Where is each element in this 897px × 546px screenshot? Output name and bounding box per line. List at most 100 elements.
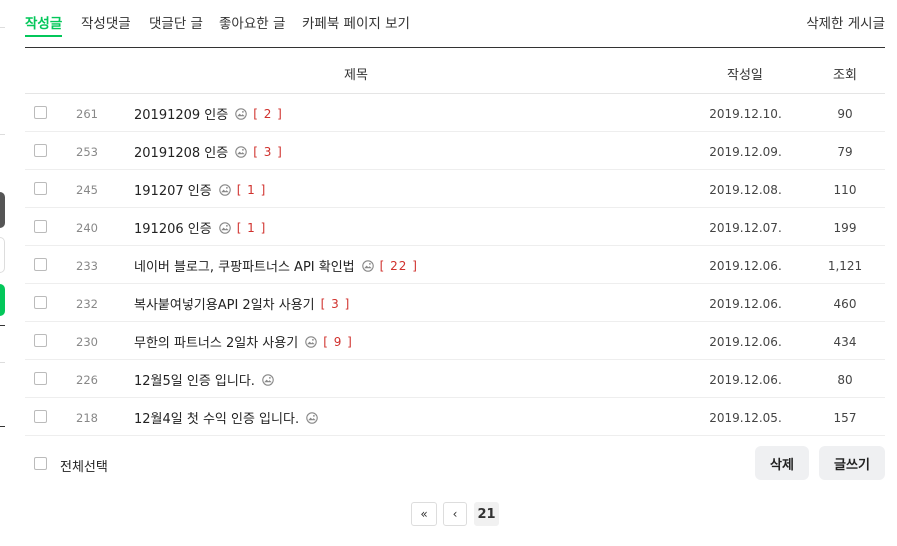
title-cell: 무한의 파트너스 2일차 사용기 [ 9 ] [134, 332, 353, 352]
sidebar-edge-light-tab [0, 237, 5, 273]
sidebar-edge-tick [0, 27, 5, 28]
image-icon [306, 411, 318, 424]
table-body: 261 20191209 인증 [ 2 ] 2019.12.10. 90 253 20191… [25, 94, 885, 436]
tab-my-posts[interactable]: 작성글 [25, 12, 63, 37]
table-header: 제목 작성일 조회 [25, 49, 885, 94]
post-number: 226 [76, 373, 98, 387]
post-date: 2019.12.09. [709, 145, 782, 159]
tab-commented-posts[interactable]: 댓글단 글 [149, 12, 203, 32]
post-number: 218 [76, 411, 98, 425]
row-checkbox[interactable] [34, 372, 47, 385]
view-count: 90 [837, 107, 853, 121]
title-cell: 20191209 인증 [ 2 ] [134, 104, 283, 124]
post-title-link[interactable]: 20191209 인증 [134, 104, 228, 123]
table-row: 245 191207 인증 [ 1 ] 2019.12.08. 110 [25, 170, 885, 208]
view-count: 1,121 [827, 259, 863, 273]
post-number: 230 [76, 335, 98, 349]
row-checkbox[interactable] [34, 410, 47, 423]
post-title-link[interactable]: 12월4일 첫 수익 인증 입니다. [134, 408, 299, 427]
title-cell: 12월4일 첫 수익 인증 입니다. [134, 408, 318, 427]
post-title-link[interactable]: 12월5일 인증 입니다. [134, 370, 255, 389]
row-checkbox[interactable] [34, 144, 47, 157]
current-page[interactable]: 21 [474, 502, 499, 526]
comment-count[interactable]: [ 22 ] [380, 259, 418, 273]
select-all-checkbox[interactable] [34, 457, 47, 470]
post-date: 2019.12.06. [709, 297, 782, 311]
title-cell: 네이버 블로그, 쿠팡파트너스 API 확인법 [ 22 ] [134, 256, 418, 276]
post-number: 232 [76, 297, 98, 311]
post-title-link[interactable]: 복사붙여넣기용API 2일차 사용기 [134, 294, 315, 313]
sidebar-edge-divider [0, 426, 5, 427]
image-icon [218, 183, 231, 196]
post-table: 제목 작성일 조회 261 20191209 인증 [ 2 ] 2019.12.10.… [25, 49, 885, 436]
image-icon [262, 373, 274, 386]
post-number: 253 [76, 145, 98, 159]
comment-count[interactable]: [ 3 ] [321, 297, 351, 311]
post-number: 240 [76, 221, 98, 235]
tab-cafebook-page[interactable]: 카페북 페이지 보기 [302, 12, 410, 32]
select-all-label[interactable]: 전체선택 [60, 456, 108, 475]
post-date: 2019.12.05. [709, 411, 782, 425]
table-row: 230 무한의 파트너스 2일차 사용기 [ 9 ] 2019.12.06. 434 [25, 322, 885, 360]
title-cell: 복사붙여넣기용API 2일차 사용기 [ 3 ] [134, 294, 351, 314]
sidebar-edge-tick [0, 362, 5, 363]
row-checkbox[interactable] [34, 106, 47, 119]
comment-count[interactable]: [ 3 ] [253, 145, 283, 159]
post-date: 2019.12.08. [709, 183, 782, 197]
row-checkbox[interactable] [34, 220, 47, 233]
article-tabs: 작성글 작성댓글 댓글단 글 좋아요한 글 카페북 페이지 보기 삭제한 게시글 [25, 0, 885, 48]
title-cell: 191207 인증 [ 1 ] [134, 180, 267, 200]
prev-page-button[interactable]: ‹ [443, 502, 467, 526]
post-number: 233 [76, 259, 98, 273]
tab-my-comments[interactable]: 작성댓글 [81, 12, 131, 32]
comment-count[interactable]: [ 2 ] [253, 107, 283, 121]
post-title-link[interactable]: 191207 인증 [134, 180, 212, 199]
view-count: 79 [837, 145, 853, 159]
table-row: 218 12월4일 첫 수익 인증 입니다. 2019.12.05. 157 [25, 398, 885, 436]
view-count: 80 [837, 373, 853, 387]
write-button[interactable]: 글쓰기 [819, 446, 885, 480]
deleted-posts-link[interactable]: 삭제한 게시글 [806, 12, 885, 32]
column-title: 제목 [344, 68, 368, 83]
delete-button[interactable]: 삭제 [755, 446, 809, 480]
title-cell: 191206 인증 [ 1 ] [134, 218, 267, 238]
image-icon [235, 107, 247, 120]
title-cell: 20191208 인증 [ 3 ] [134, 142, 283, 162]
row-checkbox[interactable] [34, 334, 47, 347]
post-date: 2019.12.10. [709, 107, 782, 121]
post-title-link[interactable]: 20191208 인증 [134, 142, 228, 161]
post-date: 2019.12.07. [709, 221, 782, 235]
post-title-link[interactable]: 191206 인증 [134, 218, 212, 237]
image-icon [235, 145, 247, 158]
table-row: 240 191206 인증 [ 1 ] 2019.12.07. 199 [25, 208, 885, 246]
comment-count[interactable]: [ 1 ] [237, 183, 267, 197]
table-row: 261 20191209 인증 [ 2 ] 2019.12.10. 90 [25, 94, 885, 132]
title-cell: 12월5일 인증 입니다. [134, 370, 274, 389]
view-count: 460 [833, 297, 857, 311]
post-number: 245 [76, 183, 98, 197]
image-icon [305, 335, 317, 348]
table-row: 233 네이버 블로그, 쿠팡파트너스 API 확인법 [ 22 ] 2019.12.… [25, 246, 885, 284]
comment-count[interactable]: [ 9 ] [323, 335, 353, 349]
row-checkbox[interactable] [34, 296, 47, 309]
post-date: 2019.12.06. [709, 373, 782, 387]
comment-count[interactable]: [ 1 ] [237, 221, 267, 235]
sidebar-edge-divider [0, 325, 5, 326]
view-count: 434 [833, 335, 857, 349]
view-count: 199 [833, 221, 857, 235]
post-title-link[interactable]: 무한의 파트너스 2일차 사용기 [134, 332, 298, 351]
table-row: 232 복사붙여넣기용API 2일차 사용기 [ 3 ] 2019.12.06. 460 [25, 284, 885, 322]
post-title-link[interactable]: 네이버 블로그, 쿠팡파트너스 API 확인법 [134, 256, 355, 275]
sidebar-edge-dark-tab [0, 192, 5, 228]
post-date: 2019.12.06. [709, 259, 782, 273]
first-page-button[interactable]: « [411, 502, 437, 526]
image-icon [361, 259, 374, 272]
row-checkbox[interactable] [34, 182, 47, 195]
column-views: 조회 [833, 68, 857, 83]
column-date: 작성일 [727, 68, 763, 83]
tab-liked-posts[interactable]: 좋아요한 글 [219, 12, 285, 32]
post-number: 261 [76, 107, 98, 121]
row-checkbox[interactable] [34, 258, 47, 271]
post-date: 2019.12.06. [709, 335, 782, 349]
table-row: 253 20191208 인증 [ 3 ] 2019.12.09. 79 [25, 132, 885, 170]
